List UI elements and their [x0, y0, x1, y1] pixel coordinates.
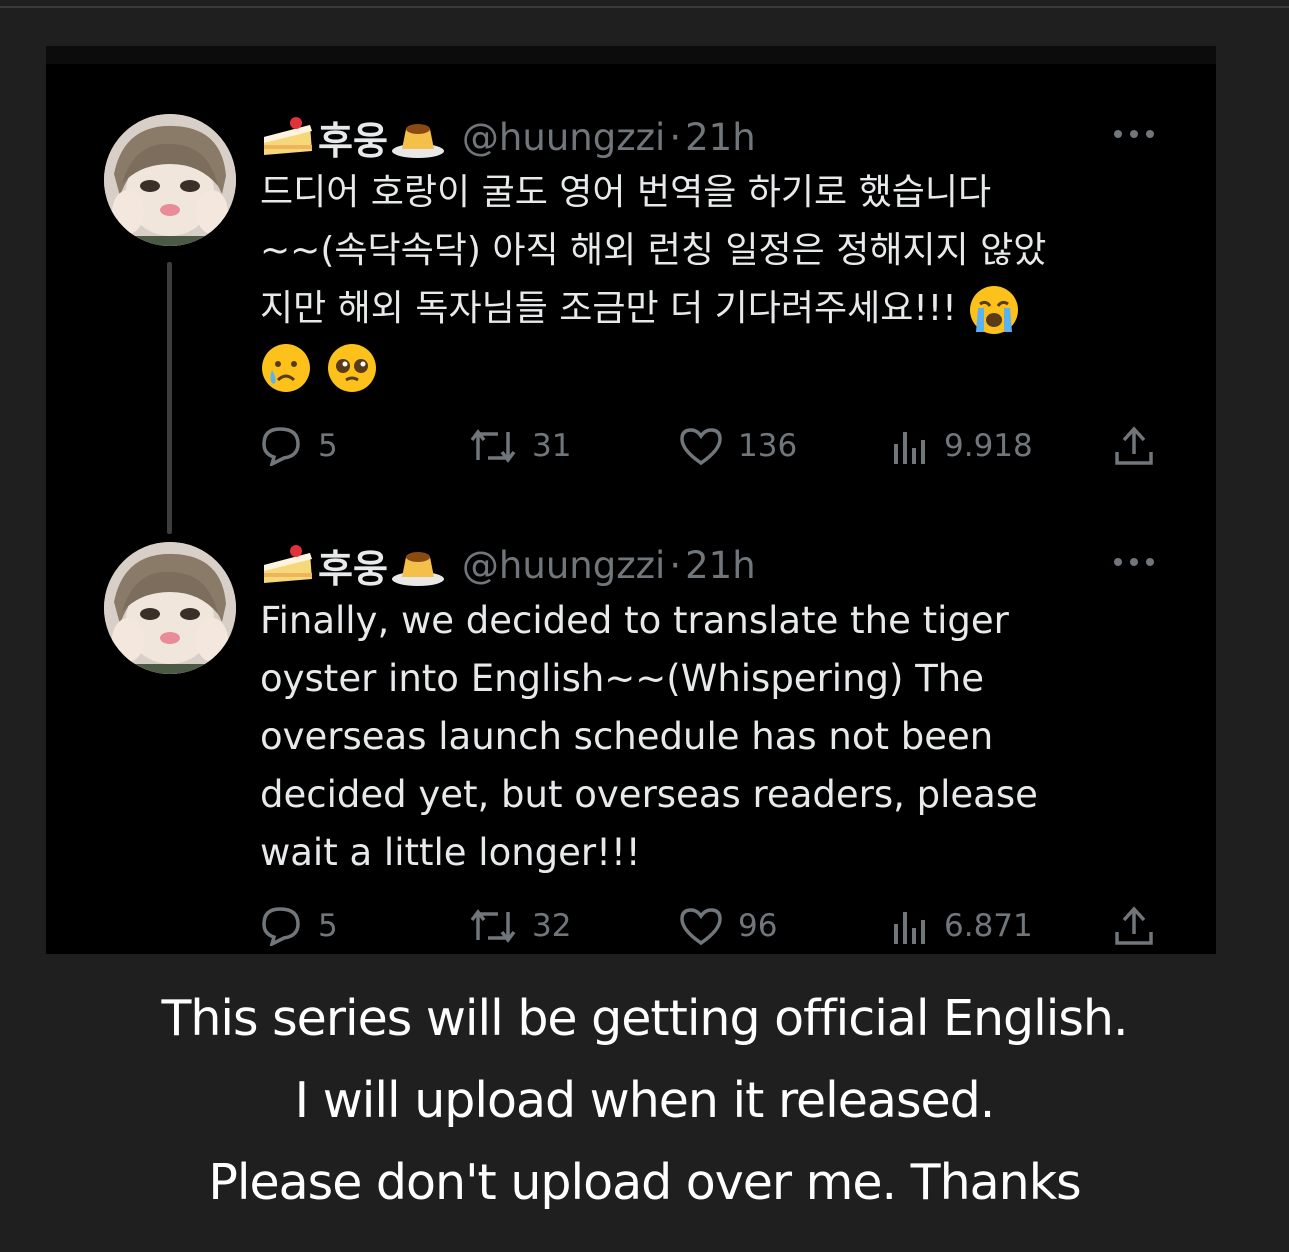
like-count: 96 — [738, 908, 778, 944]
like-button[interactable]: 136 — [678, 424, 797, 468]
reply-button[interactable]: 5 — [260, 904, 338, 948]
more-options-icon[interactable] — [1112, 124, 1156, 144]
tweet-actions: 5 32 96 6.871 — [260, 904, 1160, 948]
share-button[interactable] — [1112, 424, 1170, 468]
tweet-actions: 5 31 136 9.918 — [260, 424, 1160, 468]
shortcake-icon — [264, 117, 312, 155]
analytics-icon — [894, 912, 925, 944]
more-options-icon[interactable] — [1112, 552, 1156, 572]
retweet-button[interactable]: 32 — [468, 904, 571, 948]
display-name[interactable]: 후웅 — [318, 538, 388, 593]
separator-dot: · — [669, 543, 682, 587]
screenshot-page: 후웅 @huungzzi · 21h 드디어 호랑이 굴도 영어 번역을 하기로… — [0, 0, 1289, 1252]
share-icon — [1115, 426, 1153, 465]
retweet-icon — [470, 429, 516, 463]
reply-icon — [262, 907, 300, 946]
heart-icon — [680, 428, 722, 466]
shortcake-icon — [264, 545, 312, 583]
user-handle[interactable]: @huungzzi — [462, 544, 665, 587]
share-button[interactable] — [1112, 904, 1170, 948]
display-name[interactable]: 후웅 — [318, 110, 388, 165]
reply-count: 5 — [318, 428, 338, 464]
caption-line-2: I will upload when it released. — [294, 1072, 996, 1129]
views-button[interactable]: 9.918 — [890, 424, 1033, 468]
retweet-button[interactable]: 31 — [468, 424, 571, 468]
avatar[interactable] — [104, 542, 236, 674]
user-handle[interactable]: @huungzzi — [462, 116, 665, 159]
tweet-header: 후웅 @huungzzi · 21h — [260, 542, 756, 591]
caption-line-1: This series will be getting official Eng… — [161, 990, 1128, 1047]
tweet-text-content: 드디어 호랑이 굴도 영어 번역을 하기로 했습니다 ~~(속닥속닥) 아직 해… — [260, 172, 1047, 329]
views-button[interactable]: 6.871 — [890, 904, 1033, 948]
tweet-text: 드디어 호랑이 굴도 영어 번역을 하기로 했습니다 ~~(속닥속닥) 아직 해… — [260, 164, 1160, 396]
caption-line-3: Please don't upload over me. Thanks — [208, 1154, 1081, 1211]
tweet-text: Finally, we decided to translate the tig… — [260, 599, 1038, 874]
heart-icon — [680, 908, 722, 946]
custard-pudding-icon — [391, 552, 444, 586]
views-count: 9.918 — [944, 428, 1033, 464]
share-icon — [1115, 906, 1153, 945]
retweet-count: 31 — [532, 428, 572, 464]
separator-dot: · — [669, 115, 682, 159]
crying-face-icon — [262, 344, 310, 392]
like-count: 136 — [738, 428, 798, 464]
reply-count: 5 — [318, 908, 338, 944]
loudly-crying-face-icon — [970, 286, 1019, 334]
tweet-thread-panel: 후웅 @huungzzi · 21h 드디어 호랑이 굴도 영어 번역을 하기로… — [46, 46, 1216, 954]
reply-button[interactable]: 5 — [260, 424, 338, 468]
timestamp[interactable]: 21h — [685, 116, 756, 159]
avatar[interactable] — [104, 114, 236, 246]
timestamp[interactable]: 21h — [685, 544, 756, 587]
analytics-icon — [894, 432, 925, 464]
retweet-count: 32 — [532, 908, 572, 944]
caption-text: This series will be getting official Eng… — [0, 978, 1289, 1224]
thread-connector — [167, 262, 172, 534]
views-count: 6.871 — [944, 908, 1033, 944]
pleading-face-icon — [328, 344, 376, 392]
like-button[interactable]: 96 — [678, 904, 777, 948]
tweet-header: 후웅 @huungzzi · 21h — [260, 114, 756, 163]
reply-icon — [262, 427, 300, 466]
avatar-image — [104, 542, 236, 674]
custard-pudding-icon — [391, 124, 444, 158]
avatar-image — [104, 114, 236, 246]
top-divider — [0, 6, 1289, 8]
retweet-icon — [470, 909, 516, 943]
